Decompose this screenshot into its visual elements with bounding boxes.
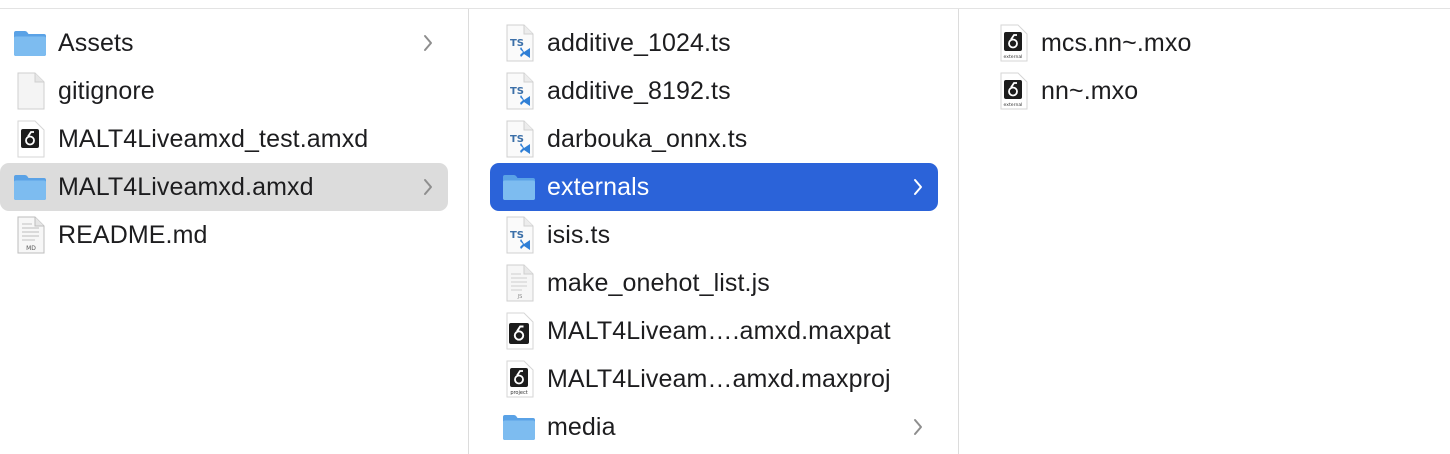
typescript-file-icon: TS <box>499 215 539 255</box>
svg-text:TS: TS <box>510 38 524 49</box>
svg-text:TS: TS <box>510 134 524 145</box>
max-patch-icon <box>499 311 539 351</box>
folder-icon <box>10 23 50 63</box>
list-item-make-onehot-list-js[interactable]: JS make_onehot_list.js <box>490 259 938 307</box>
chevron-right-icon[interactable] <box>912 416 924 438</box>
max-project-icon: project <box>499 359 539 399</box>
file-name-label: make_onehot_list.js <box>547 268 770 297</box>
file-name-label: Assets <box>58 28 134 57</box>
file-name-label: isis.ts <box>547 220 611 249</box>
list-item-malt4liveamxd-test-amxd[interactable]: MALT4Liveamxd_test.amxd <box>0 115 448 163</box>
list-item-assets[interactable]: Assets <box>0 19 448 67</box>
column-2[interactable]: TS additive_1024.ts TS additive_8192.ts … <box>469 9 958 454</box>
list-item-gitignore[interactable]: gitignore <box>0 67 448 115</box>
file-name-label: additive_1024.ts <box>547 28 731 57</box>
column-1[interactable]: Assets gitignore MALT4Liveamxd_test.amxd… <box>0 9 468 454</box>
chevron-right-icon[interactable] <box>912 176 924 198</box>
list-item-media[interactable]: media <box>490 403 938 451</box>
file-name-label: nn~.mxo <box>1041 76 1139 105</box>
file-name-label: MALT4Liveamxd.amxd <box>58 172 314 201</box>
file-name-label: README.md <box>58 220 208 249</box>
svg-text:project: project <box>510 390 527 396</box>
file-name-label: media <box>547 412 616 441</box>
file-name-label: darbouka_onnx.ts <box>547 124 748 153</box>
list-item-malt4liveam-amxd-maxpat[interactable]: MALT4Liveam….amxd.maxpat <box>490 307 938 355</box>
file-name-label: mcs.nn~.mxo <box>1041 28 1192 57</box>
column-3[interactable]: external mcs.nn~.mxo external nn~.mxo <box>959 9 1450 454</box>
svg-text:TS: TS <box>510 230 524 241</box>
folder-icon <box>10 167 50 207</box>
typescript-file-icon: TS <box>499 119 539 159</box>
folder-icon <box>499 167 539 207</box>
list-item-nn-mxo[interactable]: external nn~.mxo <box>990 67 1438 115</box>
chevron-right-icon[interactable] <box>422 32 434 54</box>
file-name-label: additive_8192.ts <box>547 76 731 105</box>
svg-text:MD: MD <box>26 245 36 252</box>
file-name-label: externals <box>547 172 650 201</box>
svg-text:external: external <box>1004 102 1023 108</box>
list-item-additive-8192-ts[interactable]: TS additive_8192.ts <box>490 67 938 115</box>
list-item-externals[interactable]: externals <box>490 163 938 211</box>
max-external-icon: external <box>993 71 1033 111</box>
svg-text:JS: JS <box>517 294 523 300</box>
list-item-darbouka-onnx-ts[interactable]: TS darbouka_onnx.ts <box>490 115 938 163</box>
max-device-icon <box>10 119 50 159</box>
max-external-icon: external <box>993 23 1033 63</box>
blank-file-icon <box>10 71 50 111</box>
file-name-label: gitignore <box>58 76 155 105</box>
chevron-right-icon[interactable] <box>422 176 434 198</box>
javascript-file-icon: JS <box>499 263 539 303</box>
list-item-mcs-nn-mxo[interactable]: external mcs.nn~.mxo <box>990 19 1438 67</box>
markdown-file-icon: MD <box>10 215 50 255</box>
svg-text:external: external <box>1004 54 1023 60</box>
folder-icon <box>499 407 539 447</box>
list-item-malt4liveam-amxd-maxproj[interactable]: project MALT4Liveam…amxd.maxproj <box>490 355 938 403</box>
typescript-file-icon: TS <box>499 71 539 111</box>
list-item-malt4liveamxd-amxd[interactable]: MALT4Liveamxd.amxd <box>0 163 448 211</box>
list-item-additive-1024-ts[interactable]: TS additive_1024.ts <box>490 19 938 67</box>
svg-text:TS: TS <box>510 86 524 97</box>
file-name-label: MALT4Liveamxd_test.amxd <box>58 124 369 153</box>
typescript-file-icon: TS <box>499 23 539 63</box>
list-item-isis-ts[interactable]: TS isis.ts <box>490 211 938 259</box>
file-name-label: MALT4Liveam…amxd.maxproj <box>547 364 891 393</box>
file-name-label: MALT4Liveam….amxd.maxpat <box>547 316 891 345</box>
list-item-readme-md[interactable]: MD README.md <box>0 211 448 259</box>
